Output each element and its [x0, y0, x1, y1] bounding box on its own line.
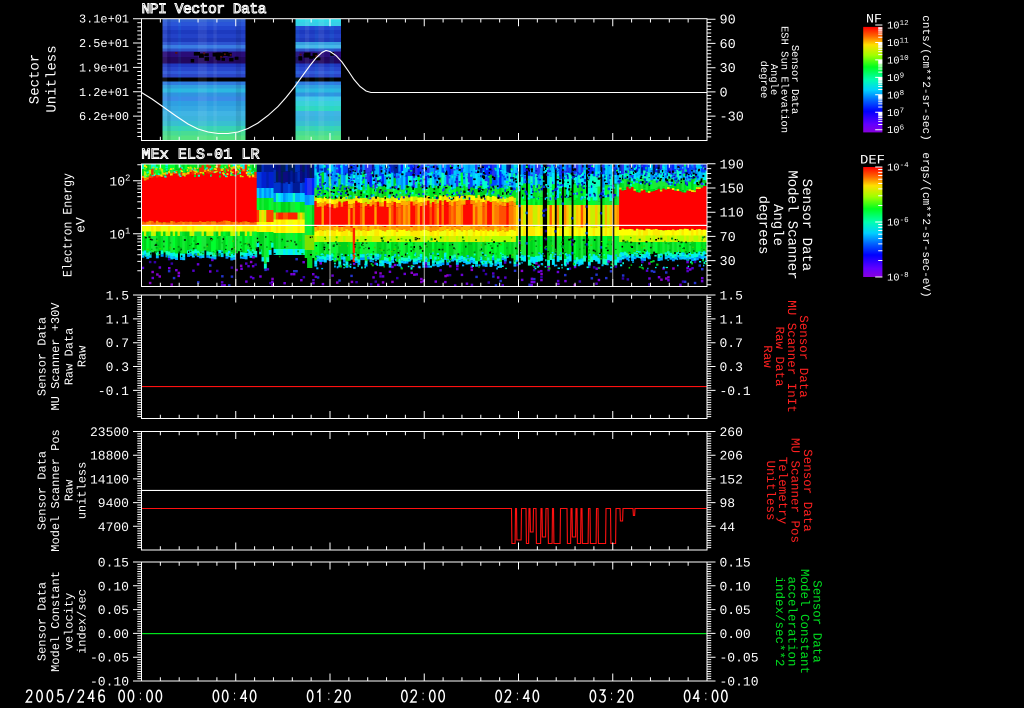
svg-text:30: 30	[720, 62, 736, 77]
svg-text:MEx ELS-01 LR: MEx ELS-01 LR	[142, 147, 260, 164]
svg-text:0.00: 0.00	[98, 627, 129, 642]
svg-text:1.9e+01: 1.9e+01	[79, 61, 129, 75]
svg-text:unitless: unitless	[76, 462, 90, 520]
svg-text:110: 110	[720, 207, 744, 222]
svg-text:degree: degree	[757, 61, 769, 99]
svg-text:DEF: DEF	[860, 153, 885, 168]
svg-text:14100: 14100	[90, 472, 129, 487]
svg-text:10: 10	[109, 175, 125, 190]
svg-text:0.15: 0.15	[98, 556, 129, 571]
svg-text:index/sec: index/sec	[76, 589, 90, 654]
svg-text:0.3: 0.3	[106, 360, 129, 375]
svg-text:Sensor Data: Sensor Data	[36, 451, 50, 530]
svg-text:0.3: 0.3	[720, 360, 743, 375]
svg-text:Model Scanner Pos: Model Scanner Pos	[49, 429, 63, 551]
svg-text:1: 1	[125, 227, 130, 237]
svg-text:44: 44	[720, 520, 736, 535]
svg-text:Raw: Raw	[63, 479, 77, 501]
svg-text:0.05: 0.05	[98, 603, 129, 618]
svg-text:MU Scanner +30V: MU Scanner +30V	[49, 302, 63, 411]
svg-text:velocity: velocity	[63, 593, 77, 651]
svg-text:23500: 23500	[90, 425, 129, 440]
svg-text:-30: -30	[720, 111, 744, 126]
svg-text:NF: NF	[866, 12, 882, 27]
svg-text:60: 60	[720, 38, 736, 53]
svg-text:9400: 9400	[98, 496, 129, 511]
svg-text:Model Constant: Model Constant	[49, 571, 63, 672]
svg-text:0.10: 0.10	[720, 579, 751, 594]
svg-text:1.1: 1.1	[106, 312, 130, 327]
svg-text:150: 150	[720, 183, 744, 198]
svg-text:Sensor Data: Sensor Data	[36, 582, 50, 661]
svg-text:1.5: 1.5	[106, 289, 129, 304]
svg-text:4700: 4700	[98, 520, 129, 535]
svg-text:2: 2	[125, 174, 130, 184]
svg-text:1.5: 1.5	[720, 289, 743, 304]
svg-text:2.5e+01: 2.5e+01	[79, 37, 129, 51]
svg-text:0.7: 0.7	[720, 336, 743, 351]
svg-text:-0.10: -0.10	[720, 675, 759, 690]
svg-text:90: 90	[720, 14, 736, 29]
svg-text:6.2e+00: 6.2e+00	[79, 110, 129, 124]
svg-text:18800: 18800	[90, 449, 129, 464]
svg-text:NPI Vector Data: NPI Vector Data	[142, 2, 267, 18]
svg-text:3.1e+01: 3.1e+01	[79, 13, 129, 27]
svg-text:0.10: 0.10	[98, 579, 129, 594]
svg-text:Sensor Data: Sensor Data	[36, 317, 50, 396]
svg-text:0.7: 0.7	[106, 336, 129, 351]
svg-text:degrees: degrees	[755, 196, 771, 255]
svg-text:ergs/(cm**2-sr-sec-eV): ergs/(cm**2-sr-sec-eV)	[919, 152, 931, 297]
svg-text:Unitless: Unitless	[45, 45, 61, 112]
svg-text:70: 70	[720, 231, 736, 246]
svg-text:260: 260	[720, 425, 743, 440]
svg-text:30: 30	[720, 255, 736, 270]
svg-text:index/sec**2: index/sec**2	[772, 576, 786, 666]
svg-text:0.00: 0.00	[720, 627, 751, 642]
svg-text:Raw: Raw	[760, 345, 774, 368]
svg-text:cnts/(cm**2-sr-sec): cnts/(cm**2-sr-sec)	[919, 15, 931, 140]
svg-text:Raw: Raw	[76, 345, 90, 367]
svg-text:0.15: 0.15	[720, 556, 751, 571]
svg-text:1.2e+01: 1.2e+01	[79, 86, 129, 100]
svg-text:0: 0	[720, 86, 728, 101]
svg-text:Raw Data: Raw Data	[63, 328, 77, 386]
svg-text:-0.1: -0.1	[720, 384, 751, 399]
svg-text:152: 152	[720, 472, 743, 487]
svg-text:1.1: 1.1	[720, 312, 744, 327]
svg-text:-0.10: -0.10	[90, 675, 129, 690]
svg-text:-0.05: -0.05	[720, 651, 759, 666]
svg-text:-0.05: -0.05	[90, 651, 129, 666]
svg-text:190: 190	[720, 158, 744, 173]
svg-text:98: 98	[720, 496, 736, 511]
svg-text:10: 10	[109, 228, 125, 243]
svg-text:eV: eV	[74, 217, 89, 233]
svg-text:0.05: 0.05	[720, 603, 751, 618]
svg-text:206: 206	[720, 449, 743, 464]
svg-text:Unitless: Unitless	[763, 460, 777, 520]
svg-text:-0.1: -0.1	[98, 384, 129, 399]
svg-text:Sector: Sector	[28, 54, 44, 104]
